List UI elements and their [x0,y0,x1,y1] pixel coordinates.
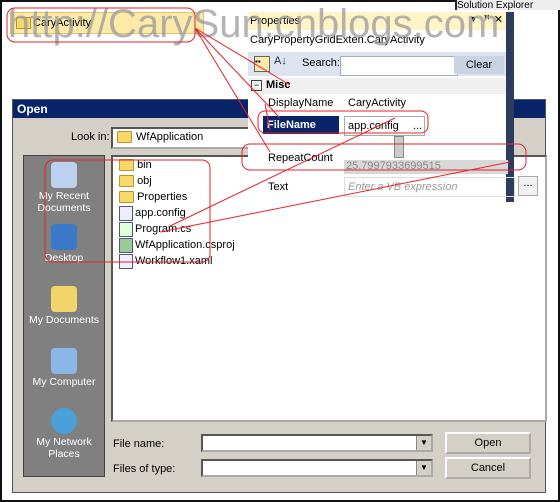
clear-button[interactable]: Clear [454,56,504,74]
text-expression-input[interactable]: Enter a VB expression [344,177,515,197]
property-name-selected: FileName [263,116,339,134]
category-misc[interactable]: − Misc [248,78,506,94]
close-icon[interactable]: ✕ [494,13,503,26]
config-file-icon [119,205,133,221]
file-item[interactable]: obj [119,173,152,189]
collapse-icon[interactable]: − [251,80,262,91]
my-computer-icon [51,348,77,374]
files-of-type-select[interactable]: ▼ [201,459,433,477]
places-bar: My Recent Documents Desktop My Documents… [23,155,105,477]
files-of-type-label: Files of type: [113,463,176,475]
selected-object: CaryPropertyGridExten.CaryActivity [250,34,425,46]
folder-icon [119,175,134,188]
solution-explorer-tab[interactable]: Solution Explorer [455,0,560,11]
place-label: My Network Places [36,436,92,460]
cs-file-icon [119,221,133,237]
file-name: WfApplication.csproj [135,239,235,251]
file-name: app.config [135,207,186,219]
my-documents-icon [51,286,77,312]
file-item[interactable]: bin [119,157,152,173]
category-label: Misc [266,79,291,91]
property-name: DisplayName [268,97,334,109]
look-in-label: Look in: [71,131,110,143]
alphabetical-icon[interactable]: A↓ [274,55,287,67]
property-name: RepeatCount [268,152,333,164]
search-input[interactable] [340,56,458,76]
cancel-button[interactable]: Cancel [445,457,531,479]
folder-icon [119,159,134,172]
pin-icon[interactable]: ꟸ [484,13,490,26]
properties-title-bar: Properties ▾ ꟸ ✕ [248,12,506,30]
place-label: My Documents [28,314,100,326]
activity-label: CaryActivity [33,17,92,29]
folder-icon [117,131,132,144]
dropdown-icon[interactable]: ▾ [471,14,476,25]
csproj-file-icon [119,237,133,253]
place-my-recent-documents[interactable]: My Recent Documents [24,162,104,214]
file-name: Workflow1.xaml [135,255,213,267]
file-item[interactable]: Properties [119,189,187,205]
categorized-icon[interactable]: ▪▪ [254,56,270,72]
file-name-input[interactable]: ▼ [201,434,433,452]
file-name: Program.cs [135,223,192,235]
file-item[interactable]: WfApplication.csproj [119,237,235,253]
file-item[interactable]: Program.cs [119,221,191,237]
network-icon [51,408,77,434]
look-in-value: WfApplication [136,131,204,143]
desktop-icon [51,224,77,250]
repeatcount-value[interactable]: 25.7997933699515 [344,160,508,174]
place-label: Desktop [44,252,84,264]
activity-item[interactable]: CaryActivity [10,12,204,34]
file-name: obj [137,175,152,187]
file-item[interactable]: app.config [119,205,186,221]
look-in-combo[interactable]: WfApplication [111,127,265,149]
place-my-documents[interactable]: My Documents [24,286,104,326]
filename-value[interactable]: app.config... [344,116,425,136]
property-value[interactable]: CaryActivity [348,97,406,109]
file-name: bin [137,159,152,171]
recent-documents-icon [51,162,77,188]
text-browse-button[interactable]: ... [518,176,538,196]
slider-thumb[interactable] [394,136,404,158]
folder-icon [119,191,134,204]
solution-explorer-label: Solution Explorer [457,0,534,11]
place-label: My Recent Documents [37,190,91,214]
file-name: Properties [137,191,188,203]
property-name: Text [268,181,289,193]
filename-browse-button[interactable]: ... [413,117,422,135]
place-my-network-places[interactable]: My Network Places [24,408,104,460]
place-desktop[interactable]: Desktop [24,224,104,264]
chevron-down-icon[interactable]: ▼ [416,436,431,450]
properties-panel: Properties ▾ ꟸ ✕ CaryPropertyGridExten.C… [248,12,515,202]
place-label: My Computer [32,376,96,388]
properties-title: Properties [250,15,301,27]
file-name-label: File name: [113,438,165,450]
xaml-file-icon [119,253,133,269]
activity-icon [16,17,31,29]
open-button[interactable]: Open [445,432,531,454]
file-item[interactable]: Workflow1.xaml [119,253,212,269]
place-my-computer[interactable]: My Computer [24,348,104,388]
chevron-down-icon[interactable]: ▼ [416,461,431,475]
search-label: Search: [302,57,340,69]
filename-text: app.config [348,120,399,132]
